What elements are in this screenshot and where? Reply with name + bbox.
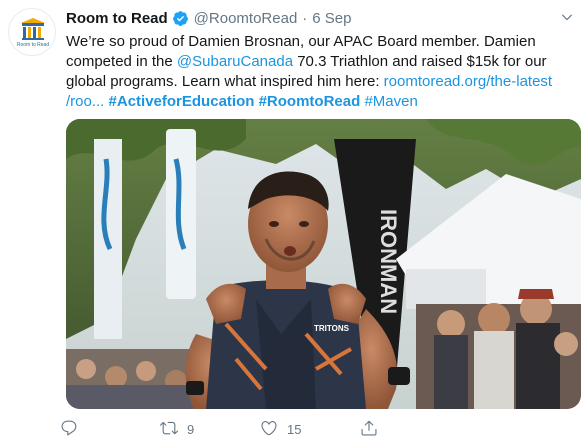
- url-link[interactable]: roomtoread.org/the-latest: [384, 73, 552, 90]
- reply-button[interactable]: [60, 414, 87, 444]
- share-button[interactable]: [360, 414, 378, 444]
- share-icon: [360, 419, 378, 440]
- tweet-text-segment: competed in the: [66, 53, 177, 70]
- reply-icon: [60, 419, 78, 440]
- room-to-read-logo-icon: Room to Read: [17, 18, 49, 48]
- header-separator: ·: [302, 9, 308, 27]
- retweet-button[interactable]: 9: [160, 414, 194, 444]
- hashtag-link[interactable]: #ActiveforEducation: [109, 93, 255, 110]
- tweet-actions: 9 15: [60, 414, 400, 444]
- tweet-text-line-3: global programs. Learn what inspired him…: [66, 72, 566, 92]
- tweet-timestamp[interactable]: 6 Sep: [312, 10, 351, 27]
- tweet-text-segment: 70.3 Triathlon and raised $15k for our: [293, 53, 547, 70]
- avatar-logo-text: Room to Read: [17, 42, 49, 48]
- jersey-text: TRITONS: [314, 324, 350, 333]
- like-count: 15: [287, 421, 302, 437]
- url-link-continued[interactable]: /roo...: [66, 93, 104, 110]
- tweet-text: We’re so proud of Damien Brosnan, our AP…: [66, 32, 566, 112]
- tweet-text-line-4: /roo... #ActiveforEducation #RoomtoRead …: [66, 92, 566, 112]
- tweet-photo[interactable]: IRONMAN TRITONS: [66, 119, 581, 409]
- chevron-down-icon[interactable]: [560, 10, 574, 29]
- heart-icon: [260, 419, 278, 440]
- hashtag-link[interactable]: #RoomtoRead: [259, 93, 361, 110]
- tweet-header: Room to Read @RoomtoRead · 6 Sep: [66, 8, 351, 28]
- tweet-text-segment: global programs. Learn what inspired him…: [66, 73, 384, 90]
- tweet[interactable]: Room to Read Room to Read @RoomtoRead · …: [0, 0, 588, 447]
- retweet-icon: [160, 419, 178, 440]
- author-name[interactable]: Room to Read: [66, 10, 168, 27]
- retweet-count: 9: [187, 421, 195, 437]
- hashtag-link[interactable]: #Maven: [364, 93, 417, 110]
- verified-badge-icon: [172, 10, 189, 27]
- triathlete-photo: IRONMAN TRITONS: [66, 119, 581, 409]
- mention-link[interactable]: @SubaruCanada: [177, 53, 293, 70]
- banner-text: IRONMAN: [376, 209, 401, 314]
- like-button[interactable]: 15: [260, 414, 301, 444]
- author-handle[interactable]: @RoomtoRead: [194, 10, 298, 27]
- tweet-text-line-1: We’re so proud of Damien Brosnan, our AP…: [66, 33, 536, 50]
- tweet-text-line-2: competed in the @SubaruCanada 70.3 Triat…: [66, 52, 566, 72]
- avatar[interactable]: Room to Read: [8, 8, 56, 56]
